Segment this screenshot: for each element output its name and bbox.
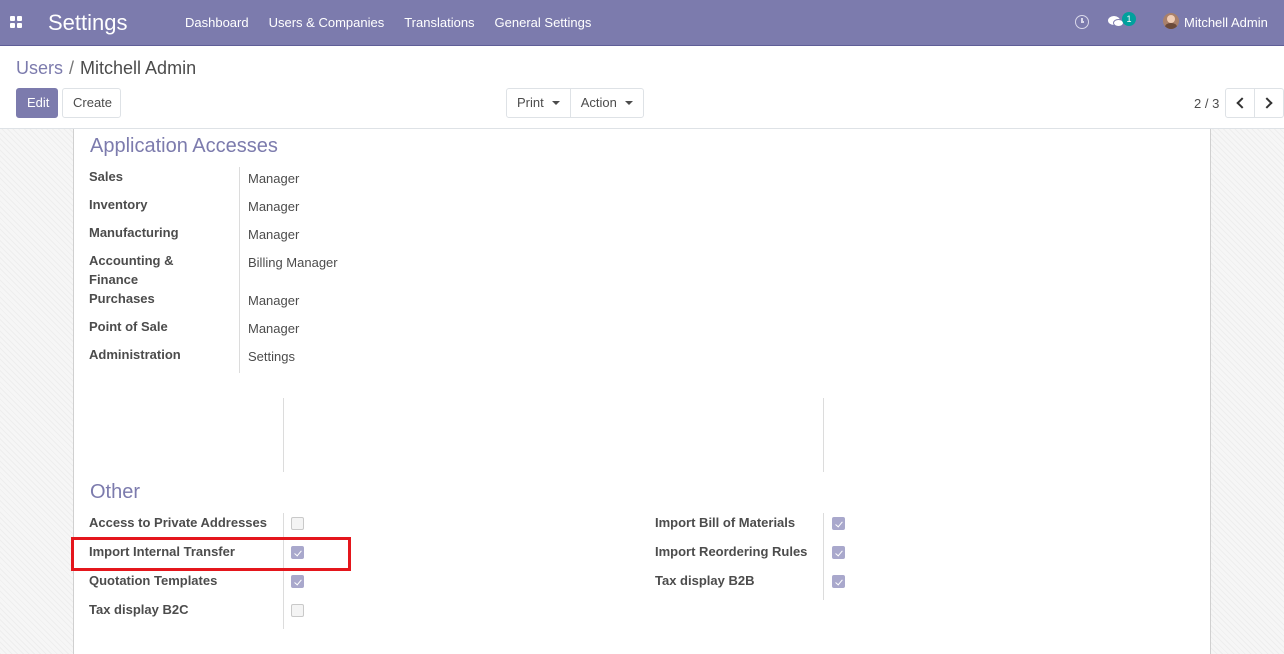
column-divider <box>239 167 240 373</box>
field-label-import-reordering-rules: Import Reordering Rules <box>655 544 808 559</box>
application-accesses-title: Application Accesses <box>90 135 278 157</box>
field-label-quotation-templates: Quotation Templates <box>89 573 218 588</box>
import-reordering-rules-checkbox[interactable] <box>832 546 845 559</box>
breadcrumb-users-link[interactable]: Users <box>16 58 63 78</box>
field-value-purchases: Manager <box>248 293 300 308</box>
breadcrumb-current: Mitchell Admin <box>80 58 197 78</box>
print-label: Print <box>517 95 544 110</box>
field-label-inventory: Inventory <box>89 197 148 212</box>
app-title: Settings <box>48 10 128 35</box>
action-dropdown[interactable]: Action <box>569 89 643 117</box>
field-label-point-of-sale: Point of Sale <box>89 319 168 334</box>
breadcrumb: Users / Mitchell Admin <box>16 58 196 79</box>
highlight-box <box>71 537 351 571</box>
top-navbar: Settings Dashboard Users & Companies Tra… <box>0 0 1284 46</box>
message-count-badge: 1 <box>1122 12 1136 26</box>
form-sheet <box>73 129 1211 654</box>
edit-button[interactable]: Edit <box>16 88 58 118</box>
caret-down-icon <box>551 101 560 105</box>
field-label-import-bill-of-materials: Import Bill of Materials <box>655 515 796 530</box>
menu-item-dashboard[interactable]: Dashboard <box>175 0 259 46</box>
tax-display-b2c-checkbox[interactable] <box>291 604 304 617</box>
pager-value[interactable]: 2 / 3 <box>1194 96 1219 111</box>
breadcrumb-separator: / <box>69 58 75 78</box>
sidebar-actions: Print Action <box>506 88 644 118</box>
apps-menu-icon[interactable] <box>10 16 22 28</box>
field-value-administration: Settings <box>248 349 295 364</box>
field-value-accounting: Billing Manager <box>248 255 338 270</box>
create-button[interactable]: Create <box>62 88 121 118</box>
field-label-accounting: Accounting & Finance <box>89 253 174 287</box>
field-label-tax-display-b2c: Tax display B2C <box>89 602 189 617</box>
private-addresses-checkbox[interactable] <box>291 517 304 530</box>
chevron-left-icon <box>1236 97 1248 109</box>
user-avatar[interactable] <box>1163 13 1179 29</box>
quotation-templates-checkbox[interactable] <box>291 575 304 588</box>
pager-previous-button[interactable] <box>1225 88 1255 118</box>
other-section-title: Other <box>90 481 141 503</box>
chevron-right-icon <box>1261 97 1273 109</box>
pager-next-button[interactable] <box>1254 88 1284 118</box>
column-divider <box>823 398 824 472</box>
user-menu[interactable]: Mitchell Admin <box>1184 15 1268 30</box>
caret-down-icon <box>624 101 633 105</box>
field-label-tax-display-b2b: Tax display B2B <box>655 573 755 588</box>
menu-item-translations[interactable]: Translations <box>394 0 484 46</box>
menu-item-general-settings[interactable]: General Settings <box>485 0 602 46</box>
field-label-manufacturing: Manufacturing <box>89 225 179 240</box>
field-value-manufacturing: Manager <box>248 227 300 242</box>
column-divider <box>283 398 284 472</box>
field-label-private-addresses: Access to Private Addresses <box>89 515 268 530</box>
print-dropdown[interactable]: Print <box>507 89 570 117</box>
import-bill-of-materials-checkbox[interactable] <box>832 517 845 530</box>
main-menu: Dashboard Users & Companies Translations… <box>175 0 601 46</box>
action-label: Action <box>580 95 617 110</box>
menu-item-users-companies[interactable]: Users & Companies <box>259 0 395 46</box>
field-label-purchases: Purchases <box>89 291 155 306</box>
tax-display-b2b-checkbox[interactable] <box>832 575 845 588</box>
column-divider <box>823 513 824 600</box>
field-label-sales: Sales <box>89 169 123 184</box>
activity-clock-icon[interactable] <box>1075 15 1089 29</box>
column-divider <box>283 513 284 629</box>
field-value-point-of-sale: Manager <box>248 321 300 336</box>
field-value-inventory: Manager <box>248 199 300 214</box>
field-label-administration: Administration <box>89 347 181 362</box>
field-value-sales: Manager <box>248 171 300 186</box>
